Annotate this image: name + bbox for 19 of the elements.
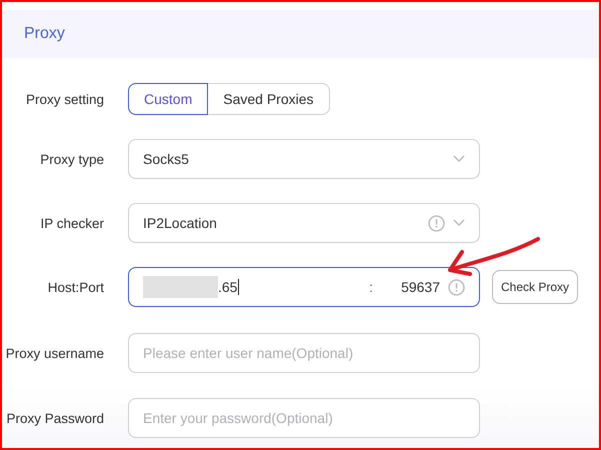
chevron-down-icon <box>453 219 465 227</box>
segment-tab[interactable]: Saved Proxies <box>208 83 330 115</box>
section-title: Proxy <box>24 25 65 43</box>
field-label: Proxy Password <box>5 410 105 426</box>
field-label: Host:Port <box>46 280 105 294</box>
field-label: Proxy type <box>39 152 105 166</box>
chevron-down-icon <box>453 155 465 163</box>
field-label: Proxy setting <box>24 92 105 106</box>
ip-checker-select[interactable]: IP2Location <box>128 203 480 243</box>
segment-tab[interactable]: Custom <box>128 83 208 115</box>
field-label: Proxy username <box>4 346 105 360</box>
field-label: IP checker <box>39 216 105 230</box>
check-proxy-button[interactable]: Check Proxy <box>492 270 578 304</box>
username-field[interactable]: Please enter user name(Optional) <box>128 333 480 373</box>
host-port-field[interactable]: .65 : 59637 <box>128 267 480 307</box>
password-field[interactable]: Enter your password(Optional) <box>128 398 480 438</box>
info-icon <box>448 278 465 296</box>
info-icon <box>428 214 445 232</box>
proxy-type-select[interactable]: Socks5 <box>128 139 480 179</box>
